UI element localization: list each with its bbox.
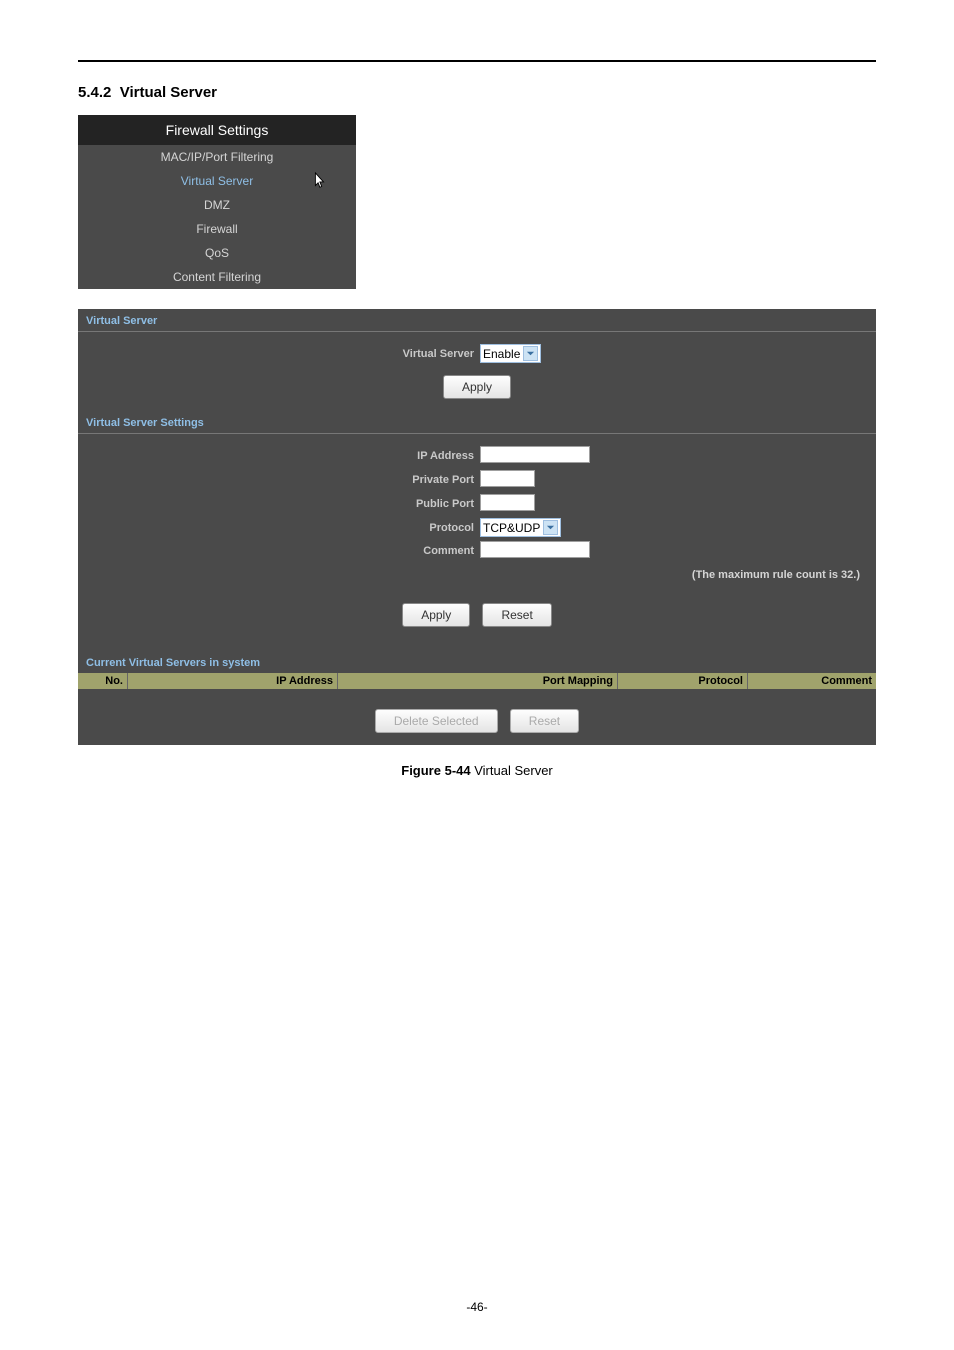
sidebar-item-mac-ip-port[interactable]: MAC/IP/Port Filtering (78, 145, 356, 169)
section-title-text: Virtual Server (120, 84, 217, 101)
figure-caption: Figure 5-44 Virtual Server (78, 763, 876, 778)
sidebar-item-label: DMZ (204, 198, 230, 212)
protocol-label: Protocol (86, 522, 474, 534)
sidebar-item-virtual-server[interactable]: Virtual Server (78, 169, 356, 193)
sidebar-item-label: Firewall (196, 222, 237, 236)
public-port-label: Public Port (86, 498, 474, 510)
config-panel: Virtual Server Virtual Server Enable App… (78, 309, 876, 745)
page-number: -46- (0, 1300, 954, 1314)
sidebar-item-firewall[interactable]: Firewall (78, 217, 356, 241)
col-ip: IP Address (128, 673, 338, 689)
section-heading: 5.4.2 Virtual Server (78, 84, 876, 101)
figure-caption-text: Virtual Server (474, 763, 553, 778)
sidebar-item-label: Virtual Server (181, 174, 253, 188)
vs-enable-label: Virtual Server (86, 348, 474, 360)
sidebar-item-label: MAC/IP/Port Filtering (161, 150, 274, 164)
protocol-select[interactable]: TCP&UDP (480, 518, 561, 537)
private-port-input[interactable] (480, 470, 535, 487)
sidebar-item-label: Content Filtering (173, 270, 261, 284)
comment-label: Comment (86, 545, 474, 557)
panel2-body: IP Address Private Port Public Port Prot… (78, 434, 876, 651)
cursor-icon (310, 171, 328, 191)
sidebar-item-dmz[interactable]: DMZ (78, 193, 356, 217)
private-port-label: Private Port (86, 474, 474, 486)
vs-enable-value: Enable (483, 347, 520, 361)
chevron-down-icon (543, 520, 558, 535)
panel3-title: Current Virtual Servers in system (78, 651, 876, 673)
sidebar-header: Firewall Settings (78, 115, 356, 145)
section-number: 5.4.2 (78, 84, 111, 101)
sidebar-item-label: QoS (205, 246, 229, 260)
apply-button[interactable]: Apply (402, 603, 470, 627)
panel1-title: Virtual Server (78, 309, 876, 332)
panel1-body: Virtual Server Enable Apply (78, 332, 876, 411)
vs-enable-select[interactable]: Enable (480, 344, 541, 363)
page-rule (78, 60, 876, 62)
col-comment: Comment (748, 673, 876, 689)
col-protocol: Protocol (618, 673, 748, 689)
protocol-value: TCP&UDP (483, 521, 540, 535)
sidebar-menu: Firewall Settings MAC/IP/Port Filtering … (78, 115, 356, 289)
ip-address-label: IP Address (86, 450, 474, 462)
ip-address-input[interactable] (480, 446, 590, 463)
rule-count-note: (The maximum rule count is 32.) (86, 565, 868, 581)
reset-button[interactable]: Reset (482, 603, 551, 627)
reset-button[interactable]: Reset (510, 709, 579, 733)
sidebar-item-qos[interactable]: QoS (78, 241, 356, 265)
apply-button[interactable]: Apply (443, 375, 511, 399)
panel2-title: Virtual Server Settings (78, 411, 876, 434)
comment-input[interactable] (480, 541, 590, 558)
public-port-input[interactable] (480, 494, 535, 511)
server-table-header: No. IP Address Port Mapping Protocol Com… (78, 673, 876, 689)
col-port: Port Mapping (338, 673, 618, 689)
sidebar-item-content-filtering[interactable]: Content Filtering (78, 265, 356, 289)
chevron-down-icon (523, 346, 538, 361)
figure-label: Figure 5-44 (401, 763, 470, 778)
panel3-body: Delete Selected Reset (78, 689, 876, 745)
col-no: No. (78, 673, 128, 689)
delete-selected-button[interactable]: Delete Selected (375, 709, 498, 733)
